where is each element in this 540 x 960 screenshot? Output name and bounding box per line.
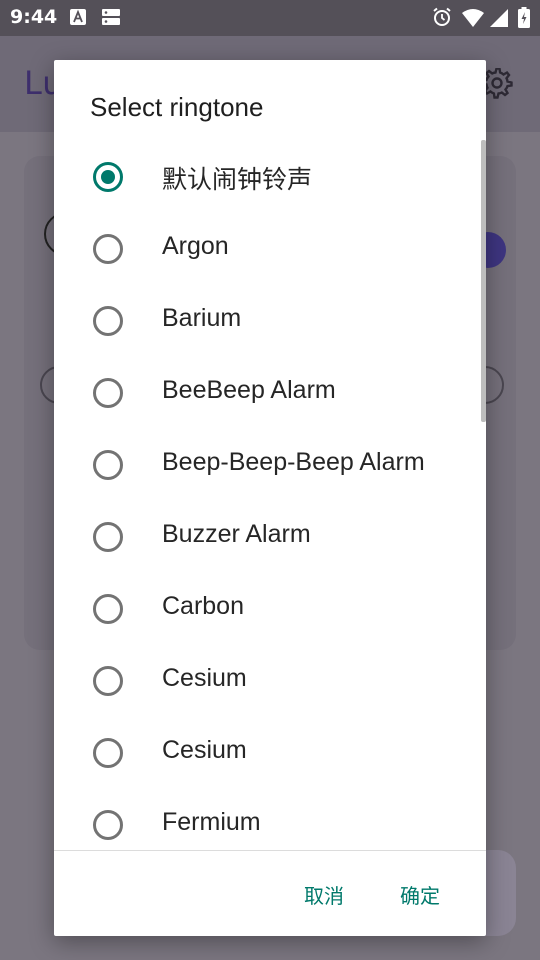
radio-button[interactable] [93,666,123,696]
wifi-icon [462,9,484,31]
ringtone-option[interactable]: 默认闹钟铃声 [54,140,486,212]
ringtone-option[interactable]: Carbon [54,572,486,644]
status-time: 9:44 [10,6,58,28]
ringtone-list[interactable]: 默认闹钟铃声 Argon Barium BeeBeep Alarm Beep-B… [54,140,486,848]
battery-charging-icon [518,7,530,32]
ringtone-label: Argon [162,232,229,260]
radio-button[interactable] [93,738,123,768]
font-notification-icon [70,9,86,29]
radio-button-checked[interactable] [93,162,123,192]
alarm-clock-icon [432,7,452,31]
ringtone-label: 默认闹钟铃声 [162,166,313,194]
ringtone-dialog: Select ringtone 默认闹钟铃声 Argon Barium BeeB… [54,60,486,936]
ringtone-option[interactable]: Cesium [54,644,486,716]
ringtone-option[interactable]: Barium [54,284,486,356]
ringtone-option[interactable]: Fermium [54,788,486,848]
ringtone-option[interactable]: BeeBeep Alarm [54,356,486,428]
radio-button[interactable] [93,522,123,552]
ringtone-label: Cesium [162,664,247,692]
list-scrollbar[interactable] [481,140,486,422]
ringtone-option[interactable]: Beep-Beep-Beep Alarm [54,428,486,500]
ringtone-option[interactable]: Cesium [54,716,486,788]
radio-button[interactable] [93,594,123,624]
cancel-button[interactable]: 取消 [304,880,344,909]
ringtone-option[interactable]: Buzzer Alarm [54,500,486,572]
ok-button[interactable]: 确定 [400,880,440,909]
radio-button[interactable] [93,450,123,480]
radio-button[interactable] [93,234,123,264]
storage-notification-icon [102,9,120,29]
ringtone-label: Cesium [162,736,247,764]
ringtone-label: Buzzer Alarm [162,520,311,548]
ringtone-option[interactable]: Argon [54,212,486,284]
ringtone-label: Beep-Beep-Beep Alarm [162,448,425,476]
radio-button[interactable] [93,378,123,408]
status-bar: 9:44 [0,0,540,36]
ringtone-label: BeeBeep Alarm [162,376,336,404]
radio-button[interactable] [93,306,123,336]
ringtone-label: Carbon [162,592,244,620]
cellular-signal-icon [490,9,508,31]
ringtone-label: Fermium [162,808,261,836]
radio-button[interactable] [93,810,123,840]
dialog-divider [54,850,486,851]
settings-gear-icon[interactable] [481,67,514,104]
dialog-title: Select ringtone [90,92,264,122]
ringtone-label: Barium [162,304,242,332]
